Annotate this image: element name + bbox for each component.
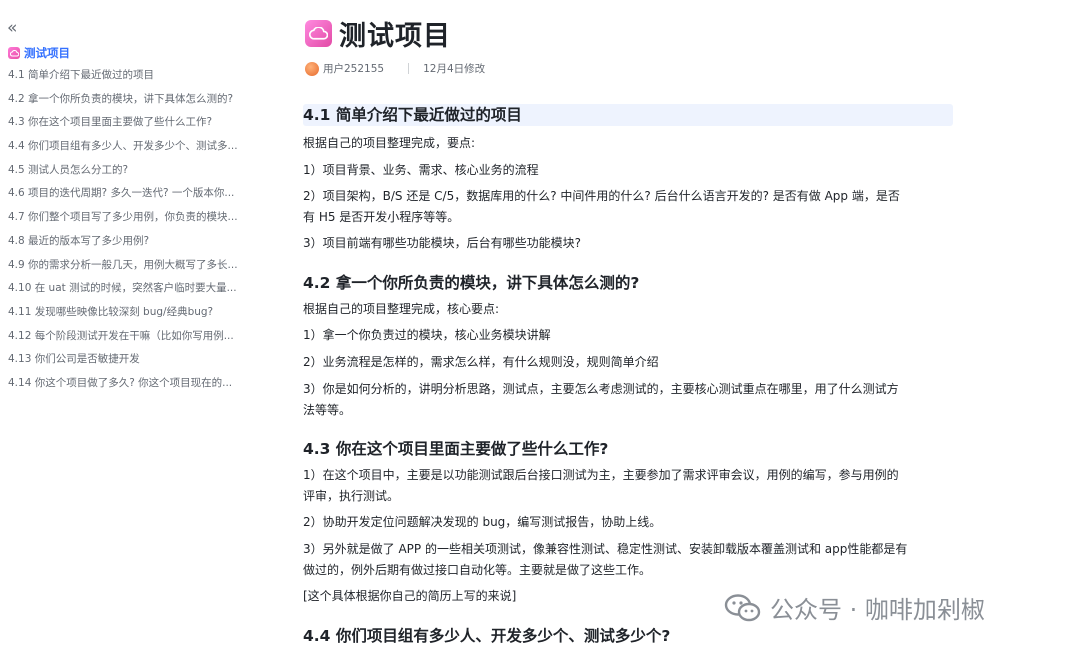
paragraph: 根据自己的项目整理完成，要点: bbox=[303, 136, 476, 150]
wechat-watermark: 公众号 · 咖啡加剁椒 bbox=[724, 590, 985, 625]
cloud-doc-icon[interactable] bbox=[305, 20, 332, 47]
outline-item-4-10[interactable]: 4.10 在 uat 测试的时候，突然客户临时要大量... bbox=[8, 279, 248, 303]
doc-meta: 用户252155 12月4日修改 bbox=[305, 61, 485, 76]
outline-sidebar: « 测试项目 4.1 简单介绍下最近做过的项目 4.2 拿一个你所负责的模块，讲… bbox=[0, 0, 262, 651]
paragraph: 做过的，例外后期有做过接口自动化等。主要就是做了这些工作。 bbox=[303, 563, 652, 577]
paragraph: 3）项目前端有哪些功能模块，后台有哪些功能模块? bbox=[303, 236, 582, 250]
paragraph: 3）你是如何分析的，讲明分析思路，测试点，主要怎么考虑测试的，主要核心测试重点在… bbox=[303, 382, 899, 396]
paragraph: 有 H5 是否开发小程序等等。 bbox=[303, 210, 460, 224]
paragraph: 1）拿一个你负责过的模块，核心业务模块讲解 bbox=[303, 328, 551, 342]
paragraph: 法等等。 bbox=[303, 403, 352, 417]
modified-time: 12月4日修改 bbox=[423, 63, 486, 75]
heading-4-4: 4.4 你们项目组有多少人、开发多少个、测试多少个? bbox=[303, 627, 671, 645]
doc-header: 测试项目 bbox=[305, 14, 451, 53]
outline-item-4-3[interactable]: 4.3 你在这个项目里面主要做了些什么工作? bbox=[8, 113, 248, 137]
paragraph: 1）在这个项目中，主要是以功能测试跟后台接口测试为主，主要参加了需求评审会议，用… bbox=[303, 468, 899, 482]
heading-4-2: 4.2 拿一个你所负责的模块，讲下具体怎么测的? bbox=[303, 274, 640, 292]
outline-item-4-1[interactable]: 4.1 简单介绍下最近做过的项目 bbox=[8, 66, 248, 90]
document-body: 测试项目 用户252155 12月4日修改 4.1 简单介绍下最近做过的项目 根… bbox=[300, 0, 960, 651]
outline-item-4-9[interactable]: 4.9 你的需求分析一般几天，用例大概写了多长... bbox=[8, 256, 248, 280]
outline-item-4-2[interactable]: 4.2 拿一个你所负责的模块，讲下具体怎么测的? bbox=[8, 90, 248, 114]
paragraph: 2）项目架构，B/S 还是 C/5，数据库用的什么? 中间件用的什么? 后台什么… bbox=[303, 189, 900, 203]
paragraph: 3）另外就是做了 APP 的一些相关项测试，像兼容性测试、稳定性测试、安装卸载版… bbox=[303, 542, 908, 556]
outline-item-4-13[interactable]: 4.13 你们公司是否敏捷开发 bbox=[8, 350, 248, 374]
outline-item-4-4[interactable]: 4.4 你们项目组有多少人、开发多少个、测试多... bbox=[8, 137, 248, 161]
paragraph: 1）项目背景、业务、需求、核心业务的流程 bbox=[303, 163, 539, 177]
outline-item-4-12[interactable]: 4.12 每个阶段测试开发在干嘛（比如你写用例... bbox=[8, 327, 248, 351]
outline-item-4-6[interactable]: 4.6 项目的迭代周期? 多久一迭代? 一个版本你... bbox=[8, 184, 248, 208]
outline-item-4-14[interactable]: 4.14 你这个项目做了多久? 你这个项目现在的... bbox=[8, 374, 248, 398]
meta-divider bbox=[408, 63, 410, 74]
avatar[interactable] bbox=[305, 61, 319, 76]
page-title[interactable]: 测试项目 bbox=[339, 14, 451, 53]
outline-list: 4.1 简单介绍下最近做过的项目 4.2 拿一个你所负责的模块，讲下具体怎么测的… bbox=[8, 66, 258, 398]
heading-4-1: 4.1 简单介绍下最近做过的项目 bbox=[303, 104, 953, 126]
outline-doc-title-label: 测试项目 bbox=[24, 46, 70, 60]
outline-item-4-8[interactable]: 4.8 最近的版本写了多少用例? bbox=[8, 232, 248, 256]
outline-doc-title[interactable]: 测试项目 bbox=[8, 44, 70, 62]
paragraph: 根据自己的项目整理完成，核心要点: bbox=[303, 302, 500, 316]
collapse-sidebar-button[interactable]: « bbox=[7, 18, 23, 38]
author-name[interactable]: 用户252155 bbox=[323, 61, 384, 76]
watermark-text: 公众号 · 咖啡加剁椒 bbox=[770, 596, 985, 624]
heading-4-3: 4.3 你在这个项目里面主要做了些什么工作? bbox=[303, 440, 609, 458]
app-window: « 测试项目 4.1 简单介绍下最近做过的项目 4.2 拿一个你所负责的模块，讲… bbox=[0, 0, 1080, 651]
cloud-doc-icon bbox=[8, 47, 20, 59]
outline-item-4-5[interactable]: 4.5 测试人员怎么分工的? bbox=[8, 161, 248, 185]
wechat-icon bbox=[724, 593, 762, 623]
paragraph: 2）业务流程是怎样的，需求怎么样，有什么规则没，规则简单介绍 bbox=[303, 355, 659, 369]
outline-item-4-11[interactable]: 4.11 发现哪些映像比较深刻 bug/经典bug? bbox=[8, 303, 248, 327]
outline-item-4-7[interactable]: 4.7 你们整个项目写了多少用例，你负责的模块... bbox=[8, 208, 248, 232]
paragraph: 2）协助开发定位问题解决发现的 bug，编写测试报告，协助上线。 bbox=[303, 515, 662, 529]
paragraph: 评审，执行测试。 bbox=[303, 489, 400, 503]
